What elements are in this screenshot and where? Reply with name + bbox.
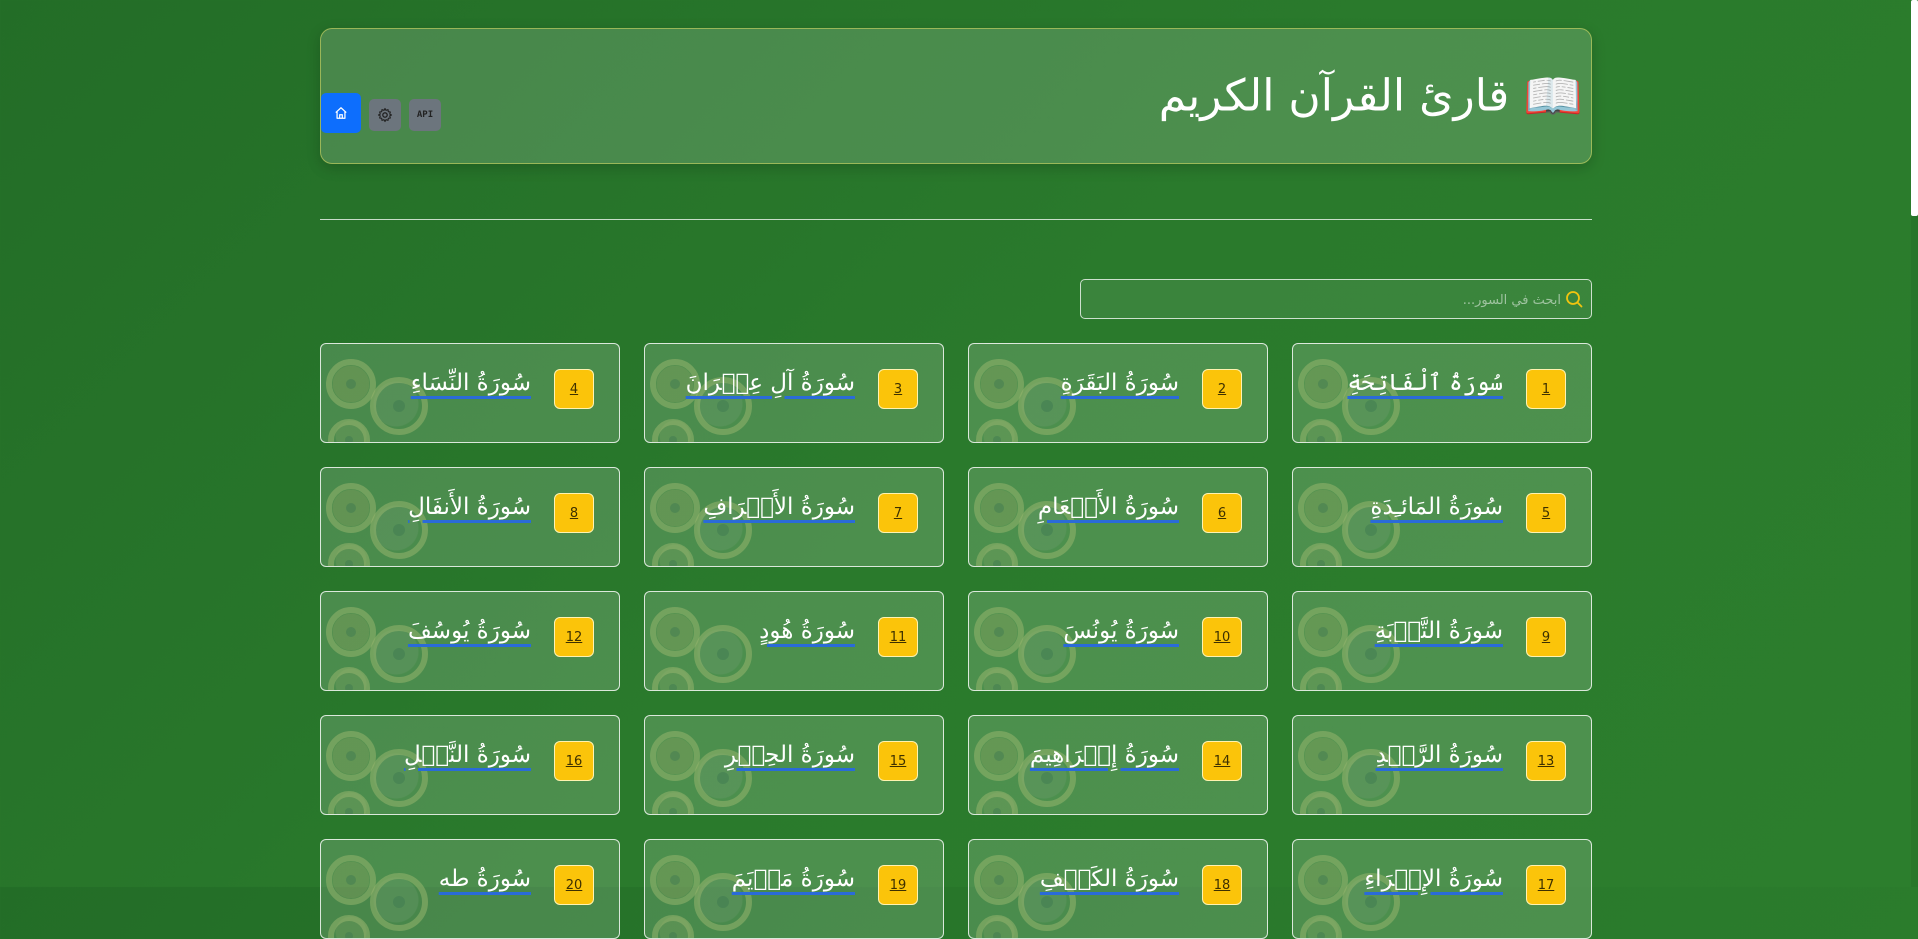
surah-number-badge[interactable]: 1	[1526, 369, 1566, 409]
surah-name-link[interactable]: سُورَةُ الكَهۡفِ	[1040, 866, 1179, 892]
surah-name-link[interactable]: سُورَةُ مَرۡيَمَ	[732, 866, 855, 892]
surah-name-link[interactable]: سُورَةُ آلِ عِمۡرَانَ	[686, 370, 855, 396]
surah-name-link[interactable]: سُورَةُ التَّوۡبَةِ	[1375, 618, 1503, 644]
surah-number-badge[interactable]: 18	[1202, 865, 1242, 905]
surah-name-link[interactable]: سُورَةُ الرَّعۡدِ	[1376, 742, 1503, 768]
surah-name-link[interactable]: سُورَةُ طه	[439, 866, 531, 892]
surah-card[interactable]: 9 سُورَةُ التَّوۡبَةِ	[1292, 591, 1592, 691]
surah-name-link[interactable]: سُورَةُ يُونُسَ	[1063, 618, 1179, 644]
scrollbar-thumb[interactable]	[1911, 0, 1918, 216]
gear-icon	[377, 107, 393, 123]
surah-name-link[interactable]: سُورَةُ الأَنۡعَامِ	[1038, 494, 1179, 520]
surah-number-badge[interactable]: 9	[1526, 617, 1566, 657]
surah-card[interactable]: 18 سُورَةُ الكَهۡفِ	[968, 839, 1268, 939]
surah-number-badge[interactable]: 11	[878, 617, 918, 657]
surah-number-badge[interactable]: 8	[554, 493, 594, 533]
surah-card[interactable]: 8 سُورَةُ الأَنفَالِ	[320, 467, 620, 567]
surah-number-badge[interactable]: 14	[1202, 741, 1242, 781]
page-title: قارئ القرآن الكريم	[1158, 70, 1510, 122]
home-icon	[335, 107, 347, 119]
search-box	[1080, 279, 1592, 320]
divider	[320, 219, 1592, 220]
surah-number-badge[interactable]: 3	[878, 369, 918, 409]
surah-number-badge[interactable]: 19	[878, 865, 918, 905]
surah-card[interactable]: 2 سُورَةُ البَقَرَةِ	[968, 343, 1268, 443]
surah-number-badge[interactable]: 7	[878, 493, 918, 533]
surah-name-link[interactable]: سُورَةُ إِبۡرَاهِيمَ	[1030, 742, 1179, 768]
surah-card[interactable]: 13 سُورَةُ الرَّعۡدِ	[1292, 715, 1592, 815]
header-buttons: API	[321, 93, 441, 133]
surah-number-badge[interactable]: 16	[554, 741, 594, 781]
surah-card[interactable]: 1 سُورَةُ ٱلْفَاتِحَةِ	[1292, 343, 1592, 443]
surah-number-badge[interactable]: 15	[878, 741, 918, 781]
surah-card[interactable]: 3 سُورَةُ آلِ عِمۡرَانَ	[644, 343, 944, 443]
surah-card[interactable]: 12 سُورَةُ يُوسُفَ	[320, 591, 620, 691]
settings-button[interactable]	[369, 99, 401, 131]
surah-card[interactable]: 5 سُورَةُ المَائـِدَةِ	[1292, 467, 1592, 567]
surah-name-link[interactable]: سُورَةُ المَائـِدَةِ	[1370, 494, 1503, 520]
surah-name-link[interactable]: سُورَةُ البَقَرَةِ	[1061, 370, 1179, 396]
open-book-icon: 📖	[1523, 68, 1583, 124]
surah-name-link[interactable]: سُورَةُ الحِجۡرِ	[725, 742, 855, 768]
card-pattern	[650, 607, 752, 690]
surah-card[interactable]: 15 سُورَةُ الحِجۡرِ	[644, 715, 944, 815]
surah-number-badge[interactable]: 10	[1202, 617, 1242, 657]
surah-name-link[interactable]: سُورَةُ الأَنفَالِ	[408, 494, 531, 520]
surah-card[interactable]: 6 سُورَةُ الأَنۡعَامِ	[968, 467, 1268, 567]
surah-name-link[interactable]: سُورَةُ ٱلْفَاتِحَةِ	[1347, 370, 1503, 396]
surah-number-badge[interactable]: 6	[1202, 493, 1242, 533]
surah-card[interactable]: 10 سُورَةُ يُونُسَ	[968, 591, 1268, 691]
surah-name-link[interactable]: سُورَةُ النَّحۡلِ	[404, 742, 531, 768]
surah-card[interactable]: 7 سُورَةُ الأَعۡرَافِ	[644, 467, 944, 567]
home-button[interactable]	[321, 93, 361, 133]
surah-card[interactable]: 4 سُورَةُ النِّسَاءِ	[320, 343, 620, 443]
title-group: 📖 قارئ القرآن الكريم	[1159, 71, 1583, 122]
surah-name-link[interactable]: سُورَةُ الأَعۡرَافِ	[703, 494, 855, 520]
scrollbar[interactable]	[1911, 0, 1918, 887]
surah-name-link[interactable]: سُورَةُ النِّسَاءِ	[411, 370, 531, 396]
surah-card[interactable]: 14 سُورَةُ إِبۡرَاهِيمَ	[968, 715, 1268, 815]
api-button[interactable]: API	[409, 99, 441, 131]
surah-number-badge[interactable]: 2	[1202, 369, 1242, 409]
surah-grid: 1 سُورَةُ ٱلْفَاتِحَةِ 2 سُورَةُ البَقَرَةِ…	[320, 343, 1592, 939]
surah-card[interactable]: 20 سُورَةُ طه	[320, 839, 620, 939]
page-container: API 📖 قارئ القرآن الكريم 1 سُورَةُ ٱلْفَا…	[320, 28, 1592, 939]
surah-number-badge[interactable]: 13	[1526, 741, 1566, 781]
surah-name-link[interactable]: سُورَةُ الإِسۡرَاءِ	[1364, 866, 1503, 892]
card-pattern	[326, 855, 428, 938]
surah-name-link[interactable]: سُورَةُ هُودٍ	[759, 618, 855, 644]
surah-card[interactable]: 16 سُورَةُ النَّحۡلِ	[320, 715, 620, 815]
surah-number-badge[interactable]: 17	[1526, 865, 1566, 905]
app-header: API 📖 قارئ القرآن الكريم	[320, 28, 1592, 164]
search-input[interactable]	[1089, 280, 1563, 320]
surah-number-badge[interactable]: 5	[1526, 493, 1566, 533]
surah-card[interactable]: 17 سُورَةُ الإِسۡرَاءِ	[1292, 839, 1592, 939]
surah-card[interactable]: 19 سُورَةُ مَرۡيَمَ	[644, 839, 944, 939]
surah-number-badge[interactable]: 12	[554, 617, 594, 657]
surah-name-link[interactable]: سُورَةُ يُوسُفَ	[408, 618, 531, 644]
surah-card[interactable]: 11 سُورَةُ هُودٍ	[644, 591, 944, 691]
search-icon	[1566, 291, 1583, 308]
surah-number-badge[interactable]: 20	[554, 865, 594, 905]
surah-number-badge[interactable]: 4	[554, 369, 594, 409]
